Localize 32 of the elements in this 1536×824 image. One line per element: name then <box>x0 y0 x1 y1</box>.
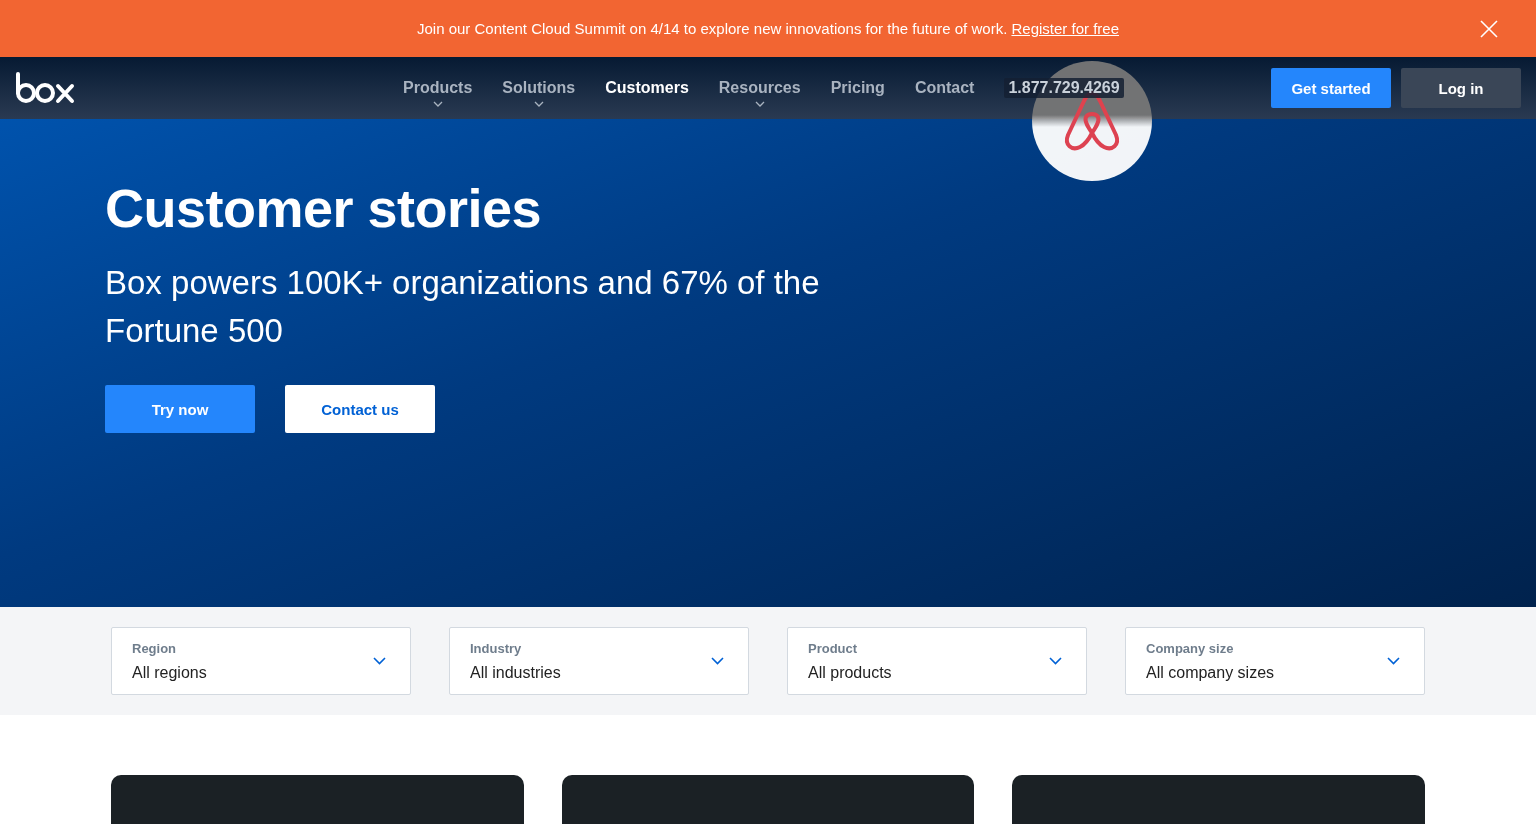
get-started-button[interactable]: Get started <box>1271 68 1391 108</box>
filter-value: All industries <box>470 663 561 682</box>
contact-us-button[interactable]: Contact us <box>285 385 435 433</box>
box-logo-icon[interactable] <box>15 71 75 105</box>
filter-label: Region <box>132 640 178 656</box>
nav-link[interactable]: Resources <box>718 79 801 97</box>
filter-dropdown[interactable]: Region All regions <box>111 627 411 695</box>
nav-link[interactable]: Contact <box>914 79 975 97</box>
filter-dropdown[interactable]: Product All products <box>787 627 1087 695</box>
hero-subtitle: Box powers 100K+ organizations and 67% of the Fortune 500 <box>105 263 821 351</box>
nav-link[interactable]: Customers <box>605 79 689 97</box>
filter-value: All products <box>808 663 892 682</box>
filter-label: Company size <box>1146 640 1235 656</box>
announcement-text: Join our Content Cloud Summit on 4/14 to explore new innovations for the future of work. Register for free <box>416 20 1119 37</box>
filter-dropdown[interactable]: Industry All industries <box>449 627 749 695</box>
phone-number: 1.877.729.4269 <box>1004 78 1124 98</box>
nav-link[interactable]: Pricing <box>830 79 885 97</box>
filter-value: All company sizes <box>1146 663 1275 682</box>
chevron-down-icon <box>1049 657 1062 665</box>
filter-label: Industry <box>470 640 523 656</box>
filter-value: All regions <box>132 663 207 682</box>
hero-title: Customer stories <box>105 177 543 239</box>
log-in-button[interactable]: Log in <box>1401 68 1521 108</box>
nav-link[interactable]: Products <box>403 79 473 97</box>
chevron-down-icon <box>373 657 386 665</box>
close-icon[interactable] <box>1480 20 1498 38</box>
chevron-down-icon <box>1387 657 1400 665</box>
nav-link[interactable]: Solutions <box>502 79 576 97</box>
chevron-down-icon <box>711 657 724 665</box>
filter-label: Product <box>808 640 859 656</box>
try-now-button[interactable]: Try now <box>105 385 255 433</box>
filter-dropdown[interactable]: Company size All company sizes <box>1125 627 1425 695</box>
